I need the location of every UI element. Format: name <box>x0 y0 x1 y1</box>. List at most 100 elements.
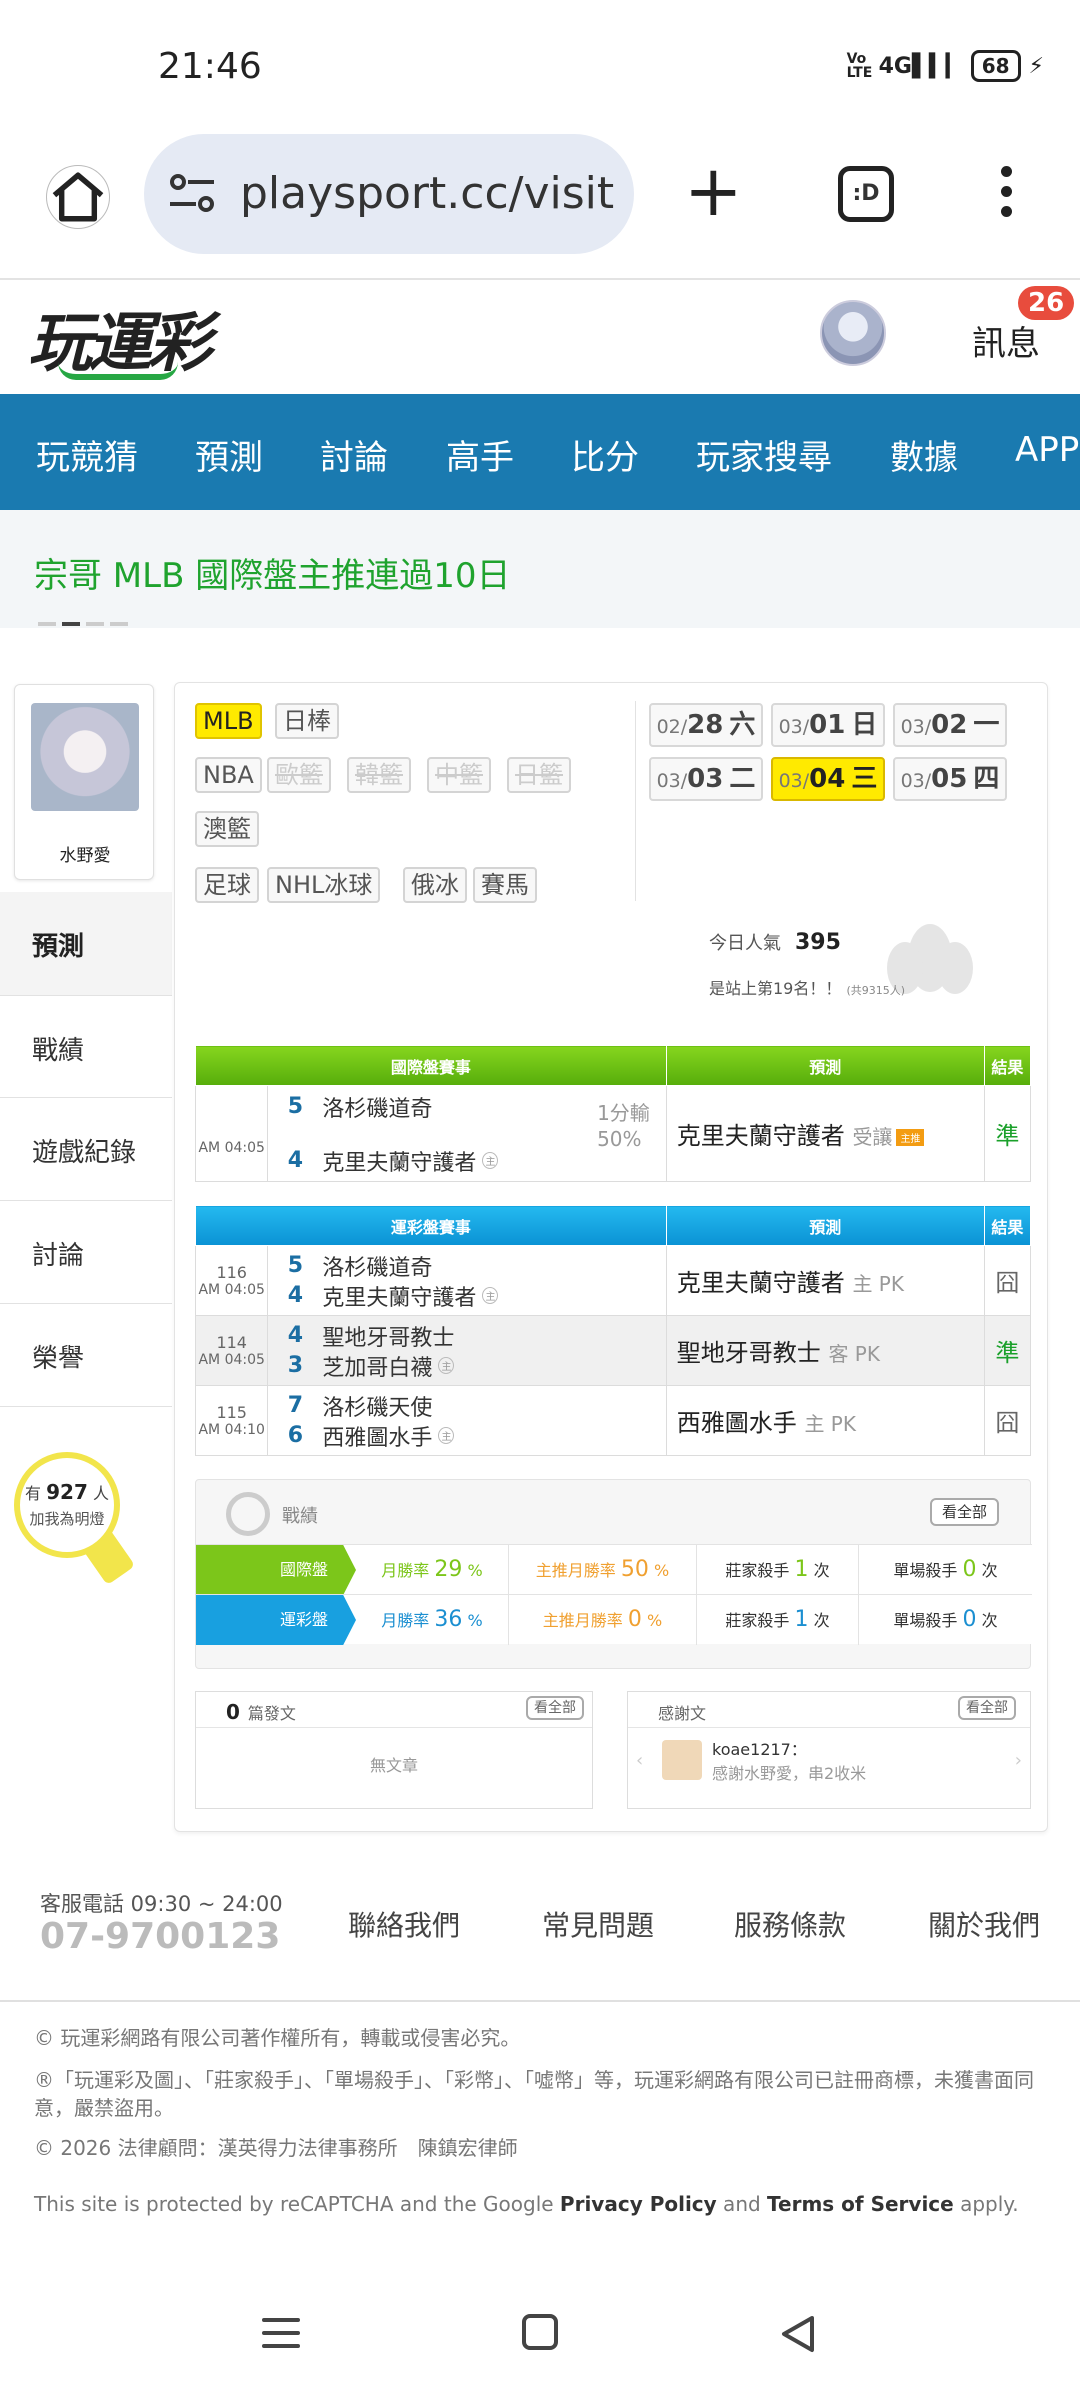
table-row[interactable]: 114 AM 04:05 4 聖地牙哥教士 3 芝加哥白襪主 聖地牙哥教士 客 PK … <box>194 1315 1032 1386</box>
date-0303[interactable]: 03/03 二 <box>649 757 763 801</box>
side-menu-discussion[interactable]: 討論 <box>0 1201 172 1304</box>
side-menu-record[interactable]: 戰績 <box>0 995 172 1098</box>
terms-of-service-link[interactable]: Terms of Service <box>767 2192 954 2216</box>
user-avatar[interactable] <box>820 300 886 366</box>
nav-item-experts[interactable]: 高手 <box>446 430 514 479</box>
carousel-dots <box>38 622 128 626</box>
home-button-icon[interactable] <box>522 2314 558 2350</box>
thanks-view-all-button[interactable]: 看全部 <box>958 1696 1016 1720</box>
side-menu-honors[interactable]: 榮譽 <box>0 1304 172 1407</box>
side-menu-game-history[interactable]: 遊戲紀錄 <box>0 1098 172 1201</box>
result-cell: 準 <box>983 1085 1032 1182</box>
profile-card: 水野愛 <box>14 684 154 880</box>
fan-count: 927 <box>46 1480 88 1504</box>
url-text[interactable]: playsport.cc/visit <box>240 168 614 219</box>
site-settings-icon[interactable] <box>168 172 216 216</box>
posts-view-all-button[interactable]: 看全部 <box>526 1696 584 1720</box>
fan-lightbulb[interactable]: 有 927 人 加我為明燈 <box>14 1452 120 1558</box>
sport-tab-china-basketball: 中籃 <box>427 757 491 793</box>
nav-item-predict[interactable]: 預測 <box>195 430 263 479</box>
sport-tab-australia-basketball[interactable]: 澳籃 <box>195 811 259 847</box>
footer-link-about[interactable]: 關於我們 <box>928 1904 1040 1944</box>
system-nav-bar <box>0 2270 1080 2400</box>
site-logo[interactable]: 玩運彩 <box>28 292 212 384</box>
legal-advisor-text: © 2026 法律顧問：漢英得力法律事務所 陳鎮宏律師 <box>34 2136 518 2160</box>
thanks-user[interactable]: koae1217： <box>712 1736 807 1760</box>
popularity-rank: 是站上第19名！！ (共9315人) <box>709 979 906 998</box>
result-cell: 囧 <box>983 1245 1032 1316</box>
stats-row-intl: 國際盤 月勝率 29 % 主推月勝率 50 % 莊家殺手 1 次 單場殺手 0 … <box>196 1544 1032 1595</box>
today-popularity: 今日人氣 395 <box>709 930 841 955</box>
footer-link-terms[interactable]: 服務條款 <box>734 1904 846 1944</box>
more-menu-icon[interactable] <box>996 166 1016 226</box>
thanks-message: 感謝水野愛，串2收米 <box>712 1764 867 1783</box>
result-cell: 囧 <box>983 1385 1032 1456</box>
nav-item-guess[interactable]: 玩競猜 <box>36 430 138 479</box>
url-bar[interactable]: playsport.cc/visit <box>144 134 634 254</box>
side-menu-predictions[interactable]: 預測 <box>0 892 172 995</box>
date-0304[interactable]: 03/04 三 <box>771 757 885 801</box>
clock: 21:46 <box>158 46 262 87</box>
date-0301[interactable]: 03/01 日 <box>771 703 885 747</box>
nav-item-app[interactable]: APP <box>1015 430 1079 470</box>
service-phone[interactable]: 07-9700123 <box>40 1916 280 1957</box>
table-row[interactable]: AM 04:05 5 洛杉磯道奇 4 克里夫蘭守護者主 1分輸 50% 克里夫蘭守護者… <box>194 1085 1032 1182</box>
thanks-avatar[interactable] <box>662 1740 702 1780</box>
signal-icon: 4G▌▍▎ <box>878 53 963 79</box>
charging-icon: ⚡ <box>1028 53 1044 79</box>
messages-badge: 26 <box>1018 286 1075 320</box>
battery-icon: 68 <box>970 50 1021 82</box>
date-0228[interactable]: 02/28 六 <box>649 703 763 747</box>
chevron-left-icon[interactable]: ‹ <box>636 1750 643 1771</box>
back-icon[interactable] <box>780 2314 816 2354</box>
intl-header-game: 國際盤賽事 <box>195 1045 667 1086</box>
sport-tab-npb[interactable]: 日棒 <box>275 703 339 739</box>
intl-prediction-table: 國際盤賽事 預測 結果 AM 04:05 5 洛杉磯道奇 4 克里夫蘭守護者主 1分… <box>194 1045 1032 1182</box>
stats-view-all-button[interactable]: 看全部 <box>930 1498 1000 1526</box>
sport-tab-japan-basketball: 日籃 <box>507 757 571 793</box>
footer-link-contact[interactable]: 聯絡我們 <box>348 1904 460 1944</box>
privacy-policy-link[interactable]: Privacy Policy <box>560 2192 717 2216</box>
sport-tab-soccer[interactable]: 足球 <box>195 867 259 903</box>
lottery-prediction-table: 運彩盤賽事 預測 結果 116 AM 04:05 5 洛杉磯道奇 4 克里夫蘭守護者主… <box>194 1205 1032 1456</box>
announcement-banner[interactable]: 宗哥 MLB 國際盤主推連過10日 <box>0 510 1080 628</box>
table-row[interactable]: 116 AM 04:05 5 洛杉磯道奇 4 克里夫蘭守護者主 克里夫蘭守護者 主 P… <box>194 1245 1032 1316</box>
browser-toolbar: playsport.cc/visit + :D <box>0 130 1080 280</box>
footer-link-faq[interactable]: 常見問題 <box>542 1904 654 1944</box>
chevron-right-icon[interactable]: › <box>1015 1750 1022 1771</box>
sport-tab-nhl[interactable]: NHL冰球 <box>267 867 381 903</box>
main-pick-badge: 主推 <box>896 1128 925 1146</box>
messages-link[interactable]: 訊息 <box>972 316 1040 365</box>
trademark-text: ®「玩運彩及圖」、「莊家殺手」、「單場殺手」、「彩幣」、「噓幣」等，玩運彩網路有… <box>34 2068 1034 2120</box>
tab-switcher-icon[interactable]: :D <box>838 166 894 222</box>
date-0305[interactable]: 03/05 四 <box>893 757 1007 801</box>
posts-box: 0 篇發文 看全部 無文章 <box>195 1691 593 1809</box>
announcement-text[interactable]: 宗哥 MLB 國際盤主推連過10日 <box>34 548 510 597</box>
profile-avatar[interactable] <box>31 703 139 811</box>
table-row[interactable]: 115 AM 04:10 7 洛杉磯天使 6 西雅圖水手主 西雅圖水手 主 PK 囧 <box>194 1385 1032 1456</box>
prediction-panel: MLB 日棒 NBA 歐籃 韓籃 中籃 日籃 澳籃 足球 NHL冰球 俄冰 賽馬… <box>174 682 1048 1832</box>
site-footer: 客服電話 09:30 ~ 24:00 07-9700123 聯絡我們 常見問題 … <box>0 1862 1080 2002</box>
sport-tab-mlb[interactable]: MLB <box>195 703 262 739</box>
stats-panel: 戰績 看全部 國際盤 月勝率 29 % 主推月勝率 50 % 莊家殺手 1 次 … <box>195 1479 1032 1669</box>
nav-item-data[interactable]: 數據 <box>890 430 958 479</box>
volte-icon: Vo LTE <box>846 51 873 81</box>
new-tab-icon[interactable]: + <box>684 156 743 226</box>
thanks-title: 感謝文 <box>658 1704 707 1723</box>
date-0302[interactable]: 03/02 一 <box>893 703 1007 747</box>
sport-tab-horse-racing[interactable]: 賽馬 <box>473 867 537 903</box>
service-hours: 客服電話 09:30 ~ 24:00 <box>40 1892 283 1916</box>
sport-tab-nba[interactable]: NBA <box>195 757 262 793</box>
sport-tab-khl[interactable]: 俄冰 <box>403 867 467 903</box>
nav-item-scores[interactable]: 比分 <box>571 430 639 479</box>
nav-item-player-search[interactable]: 玩家搜尋 <box>696 430 832 479</box>
thanks-box: 感謝文 看全部 koae1217： 感謝水野愛，串2收米 ‹ › <box>627 1691 1031 1809</box>
nav-item-forum[interactable]: 討論 <box>320 430 388 479</box>
lottery-header-pick: 預測 <box>665 1205 985 1246</box>
result-cell: 準 <box>983 1315 1032 1386</box>
status-icons: Vo LTE 4G▌▍▎ 68 ⚡ <box>847 50 1044 82</box>
recent-apps-icon[interactable] <box>262 2318 300 2357</box>
no-posts-text: 無文章 <box>369 1756 418 1775</box>
home-icon[interactable] <box>46 165 110 229</box>
sport-tab-euro-basketball: 歐籃 <box>267 757 331 793</box>
